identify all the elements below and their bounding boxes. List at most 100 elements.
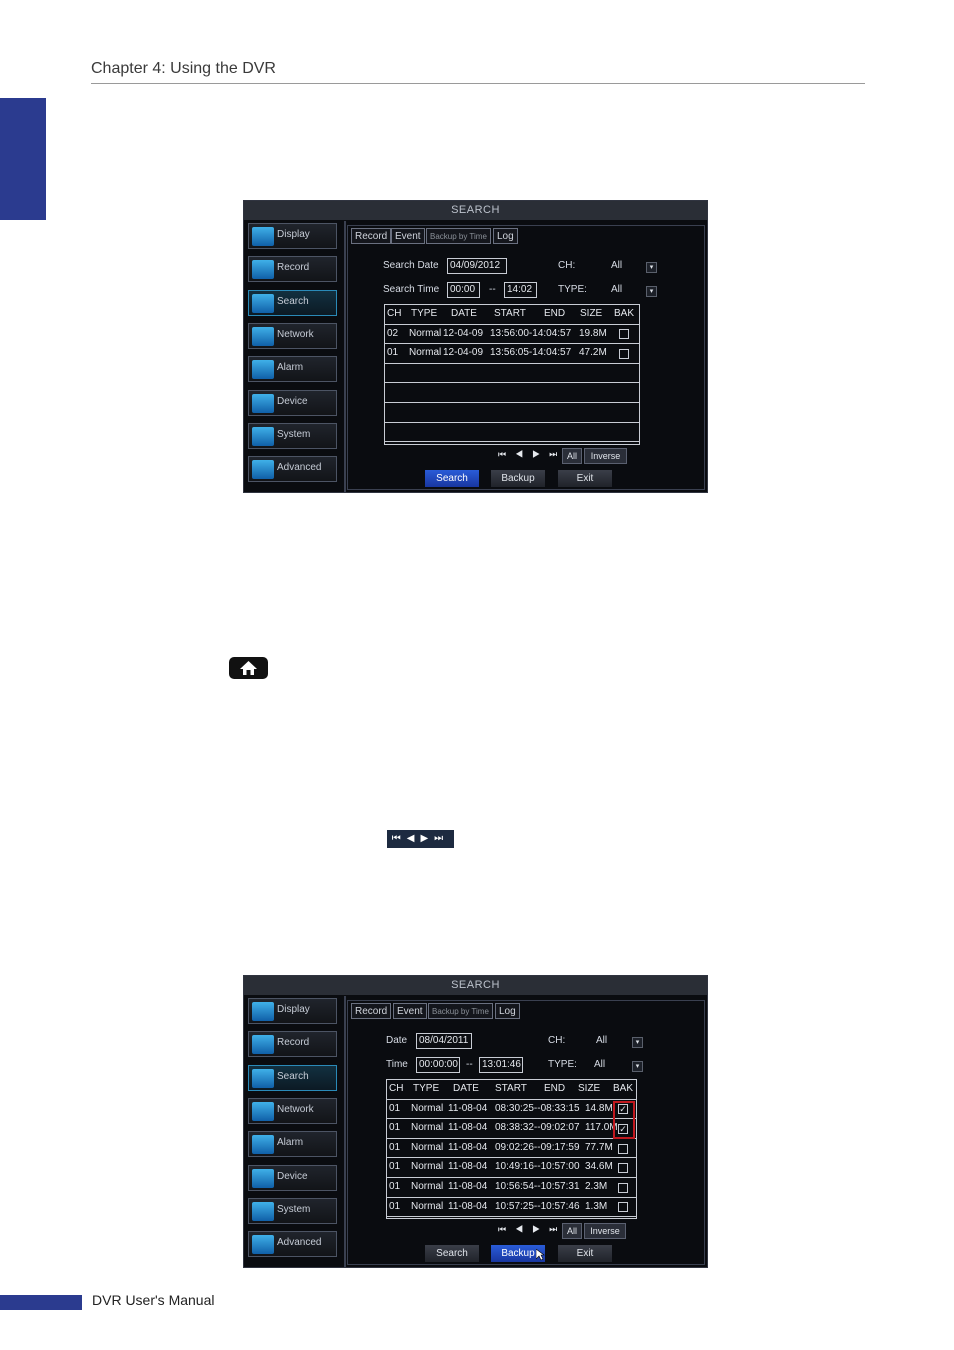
menu-item-alarm[interactable]: Alarm [248,356,337,383]
display-icon [252,1002,274,1021]
search-button[interactable]: Search [425,1245,479,1262]
column-header: END [544,308,566,319]
menu-item-device[interactable]: Device [248,389,337,416]
network-icon [252,1101,274,1121]
table-row[interactable] [385,423,639,443]
tab-event[interactable]: Event [393,1003,427,1019]
menu-item-display[interactable]: Display [248,998,337,1024]
table-row[interactable]: 01 Normal 11-08-04 08:30:25--08:33:15 14.8M ✓ [387,1100,636,1120]
chevron-down-icon[interactable]: ▾ [632,1037,643,1048]
search-icon [252,293,274,313]
tab-backup-by-time[interactable]: Backup by Time [426,228,491,244]
menu-item-network[interactable]: Network [248,322,337,349]
backup-button[interactable]: Backup [491,470,545,487]
menu-item-system[interactable]: System [248,1197,337,1224]
table-row[interactable]: 01 Normal 11-08-04 10:57:25--10:57:46 1.3M [387,1198,636,1218]
backup-checkbox[interactable] [618,1143,628,1154]
menu-item-search[interactable]: Search [248,289,337,316]
tab-backup-by-time[interactable]: Backup by Time [428,1003,493,1019]
chevron-down-icon[interactable]: ▾ [646,262,657,273]
selection-highlight [613,1100,635,1139]
menu-item-alarm[interactable]: Alarm [248,1131,337,1158]
menu-item-system[interactable]: System [248,422,337,449]
time-end-field[interactable]: 13:01:46 [479,1057,523,1073]
cell-type: Normal [411,1161,444,1173]
type-value[interactable]: All [611,284,622,295]
time-start-field[interactable]: 00:00:00 [416,1057,460,1073]
screen-title: SEARCH [244,201,707,220]
menu-item-record[interactable]: Record [248,1031,337,1058]
menu-item-network[interactable]: Network [248,1097,337,1124]
menu-item-display[interactable]: Display [248,223,337,249]
cell-type: Normal [409,347,442,359]
cell-ch: 01 [389,1102,401,1114]
menu-item-label: Advanced [277,1237,322,1249]
table-row[interactable]: 01 Normal 12-04-09 13:56:05-14:04:57 47.2M [385,344,639,364]
select-all-button[interactable]: All [562,1223,582,1239]
column-header: SIZE [578,1083,601,1094]
cell-size: 2.3M [585,1181,608,1192]
tab-log[interactable]: Log [495,1003,520,1019]
search-date-field[interactable]: 04/09/2012 [447,258,507,274]
search-panel: Record Event Backup by Time Log Date 08/… [347,1000,705,1265]
home-icon-glyph [240,661,257,675]
type-value[interactable]: All [594,1059,605,1070]
column-header: CH [389,1083,404,1094]
backup-checkbox[interactable] [619,329,629,340]
ch-value[interactable]: All [611,260,622,271]
backup-checkbox[interactable] [618,1182,628,1193]
cell-size: 34.6M [585,1161,613,1173]
tab-record[interactable]: Record [351,228,392,244]
exit-button[interactable]: Exit [558,470,612,487]
menu-item-search[interactable]: Search [248,1064,337,1091]
table-row[interactable] [385,383,639,403]
table-row[interactable] [385,403,639,423]
table-row[interactable]: 01 Normal 11-08-04 10:49:16--10:57:00 34.6M [387,1158,636,1178]
chevron-down-icon[interactable]: ▾ [632,1061,643,1072]
inverse-button[interactable]: Inverse [584,448,627,464]
date-field[interactable]: 08/04/2011 [416,1033,472,1049]
menu-item-device[interactable]: Device [248,1164,337,1191]
search-icon [252,1068,274,1088]
time-label: Time [386,1059,408,1070]
cell-time: 13:56:05-14:04:57 [490,347,572,359]
backup-checkbox[interactable] [618,1202,628,1213]
ch-label: CH: [548,1035,566,1046]
ch-value[interactable]: All [596,1035,607,1046]
cell-time: 10:56:54--10:57:31 [495,1181,580,1192]
menu-divider [344,996,346,1267]
results-table: CH TYPE DATE START END SIZE BAK 01 Normal 11-08-0… [386,1079,637,1219]
cell-time: 09:02:26--09:17:59 [495,1141,580,1153]
time-end-field[interactable]: 14:02 [504,282,537,298]
menu-item-record[interactable]: Record [248,256,337,283]
cell-date: 11-08-04 [448,1181,488,1192]
table-row[interactable]: 01 Normal 11-08-04 09:02:26--09:17:59 77.7M [387,1139,636,1159]
menu-item-label: Device [277,1170,308,1182]
menu-item-advanced[interactable]: Advanced [248,1231,337,1258]
backup-checkbox[interactable] [619,348,629,359]
search-button[interactable]: Search [425,470,479,487]
network-icon [252,326,274,346]
cell-ch: 01 [389,1141,401,1153]
exit-button[interactable]: Exit [558,1245,612,1262]
header-rule [91,83,865,84]
table-row[interactable]: 02 Normal 12-04-09 13:56:00-14:04:57 19.8M [385,325,639,345]
table-row[interactable] [385,364,639,384]
menu-item-label: System [277,1203,311,1215]
page-nav-icons[interactable]: ⏮◀▶⏭ [498,1224,566,1235]
device-icon [252,393,274,413]
chevron-down-icon[interactable]: ▾ [646,286,657,297]
backup-checkbox[interactable] [618,1163,628,1174]
select-all-button[interactable]: All [562,448,582,464]
table-row[interactable]: 01 Normal 11-08-04 08:38:32--09:02:07 117.0M… [387,1119,636,1139]
page-nav-icons[interactable]: ⏮◀▶⏭ [498,449,566,460]
tab-log[interactable]: Log [493,228,518,244]
time-start-field[interactable]: 00:00 [447,282,480,298]
cell-ch: 01 [389,1200,401,1212]
cell-ch: 01 [387,347,399,359]
tab-record[interactable]: Record [351,1003,392,1019]
menu-item-advanced[interactable]: Advanced [248,456,337,483]
inverse-button[interactable]: Inverse [584,1223,626,1239]
table-row[interactable]: 01 Normal 11-08-04 10:56:54--10:57:31 2.3M [387,1178,636,1198]
tab-event[interactable]: Event [391,228,425,244]
